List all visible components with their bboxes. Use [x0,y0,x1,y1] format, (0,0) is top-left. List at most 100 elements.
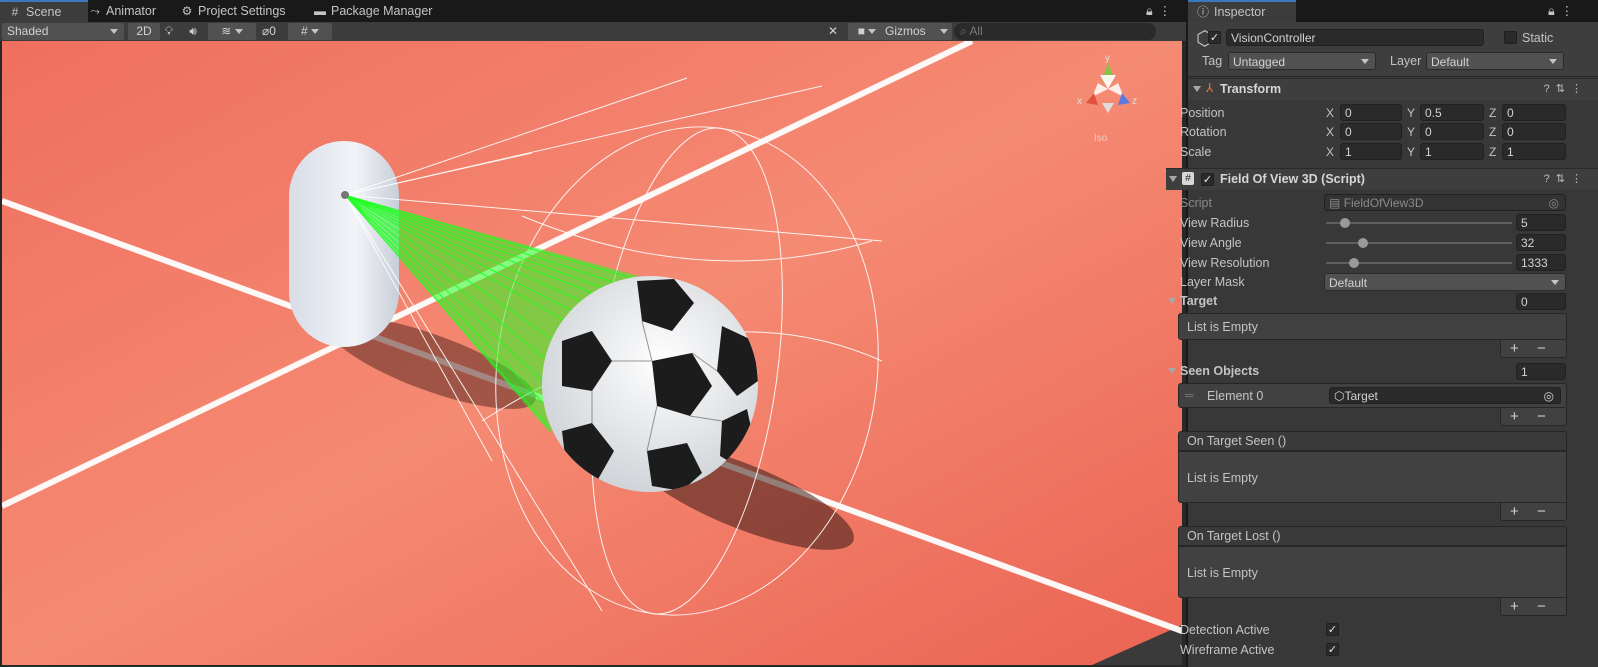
detection-active-checkbox[interactable]: ✓ [1326,623,1339,636]
script-field[interactable]: ▤ FieldOfView3D ◎ [1324,194,1566,211]
kebab-menu-icon[interactable]: ⋮ [1159,4,1178,18]
rotation-z-field[interactable]: 0 [1502,123,1566,140]
seen-objects-add-button[interactable]: + [1510,408,1519,425]
tab-animator[interactable]: ⤳ Animator [80,0,166,22]
view-radius-slider[interactable] [1326,222,1512,224]
seen-objects-count-value: 1 [1521,365,1528,379]
chevron-down-icon [1551,280,1559,285]
view-angle-field[interactable]: 32 [1516,234,1566,251]
scale-y-value: 1 [1425,145,1432,159]
target-foldout-icon[interactable] [1168,298,1176,304]
seen-objects-foldout-icon[interactable] [1168,368,1176,374]
gizmos-dropdown[interactable]: Gizmos [880,23,952,40]
drag-handle-icon[interactable]: ═ [1185,388,1194,402]
scene-search-input[interactable]: ⌕ All [954,23,1156,40]
tab-package-manager[interactable]: ▬ Package Manager [305,0,442,22]
shading-mode-value: Shaded [7,24,49,38]
element0-label: Element 0 [1207,389,1264,403]
script-value: FieldOfView3D [1343,196,1424,210]
view-resolution-field[interactable]: 1333 [1516,254,1566,271]
target-label: Target [1180,294,1218,308]
seen-objects-remove-button[interactable]: − [1537,408,1546,425]
foldout-arrow-icon[interactable] [1169,176,1177,182]
rotation-z-axis: Z [1489,125,1497,139]
position-z-field[interactable]: 0 [1502,104,1566,121]
rotation-y-field[interactable]: 0 [1420,123,1484,140]
search-icon: ⌕ [960,24,967,38]
rotation-z-value: 0 [1507,125,1514,139]
target-remove-button[interactable]: − [1537,340,1546,357]
layer-mask-label: Layer Mask [1180,275,1245,289]
target-count-field[interactable]: 0 [1516,293,1566,310]
hidden-objects-toggle[interactable]: ⌀0 [254,23,284,40]
rotation-y-value: 0 [1425,125,1432,139]
detection-active-label: Detection Active [1180,623,1270,637]
object-picker-icon[interactable]: ◎ [1544,388,1554,403]
wireframe-active-checkbox[interactable]: ✓ [1326,643,1339,656]
search-placeholder: All [969,24,983,38]
script-label: Script [1180,196,1212,210]
chevron-down-icon [311,29,320,35]
tab-package-manager-label: Package Manager [331,4,433,18]
object-picker-icon[interactable]: ◎ [1549,195,1559,210]
toggle-2d-button[interactable]: 2D [128,23,160,40]
shading-mode-dropdown[interactable]: Shaded [2,23,124,40]
tab-scene[interactable]: # Scene [0,0,88,22]
fov-title: Field Of View 3D (Script) [1220,172,1365,186]
view-resolution-slider-thumb[interactable] [1348,258,1359,268]
audio-toggle-icon[interactable]: 🔊︎ [184,23,202,40]
effects-dropdown[interactable]: ≋ [208,23,256,40]
kebab-menu-icon[interactable]: ⋮ [1571,173,1588,185]
on-target-seen-remove-button[interactable]: − [1537,503,1546,520]
scale-x-axis: X [1326,145,1335,159]
gizmo-y-label: y [1105,53,1110,64]
view-radius-field[interactable]: 5 [1516,214,1566,231]
element0-field[interactable]: ⬡Target ◎ [1329,387,1561,404]
scene-tab-bar: # Scene ⤳ Animator ⚙ Project Settings ▬ Pack… [0,0,1186,22]
component-header-icons[interactable]: ?⇅⋮ [1544,172,1588,185]
on-target-lost-add-button[interactable]: + [1510,598,1519,615]
view-angle-label: View Angle [1180,236,1242,250]
scene-toolbar: Shaded 2D 💡︎ 🔊︎ ≋ ⌀0 # ✕ ■ Gizmos ⌕ All [0,22,1186,42]
tools-icon[interactable]: ✕ [824,23,842,40]
gameobject-icon: ⬡ [1334,389,1345,403]
on-target-seen-add-button[interactable]: + [1510,503,1519,520]
on-target-lost-list: List is Empty [1178,546,1567,598]
position-x-axis: X [1326,106,1335,120]
layer-mask-dropdown[interactable]: Default [1324,273,1566,291]
scene-render[interactable]: y x z Iso [2,41,1182,665]
on-target-lost-remove-button[interactable]: − [1537,598,1546,615]
gizmo-x-label: x [1077,96,1082,107]
on-target-seen-label: On Target Seen () [1187,434,1287,448]
seen-objects-count-field[interactable]: 1 [1516,363,1566,380]
camera-icon: ■ [857,24,865,38]
lighting-toggle-icon[interactable]: 💡︎ [160,23,178,40]
target-add-button[interactable]: + [1510,340,1519,357]
hidden-count: 0 [269,24,276,38]
view-angle-slider[interactable] [1326,242,1512,244]
scene-viewport[interactable]: y x z Iso [2,41,1182,665]
scale-y-field[interactable]: 1 [1420,143,1484,160]
seen-objects-footer: + − [1500,408,1567,426]
fov-component-header[interactable]: # ✓ Field Of View 3D (Script) ?⇅⋮ [1166,168,1598,190]
target-list-footer: + − [1500,340,1567,358]
scale-x-field[interactable]: 1 [1340,143,1402,160]
panel-menu-buttons[interactable]: 🔒︎⋮ [1138,0,1187,22]
position-z-value: 0 [1507,106,1514,120]
on-target-lost-footer: + − [1500,598,1567,616]
tab-project-settings[interactable]: ⚙ Project Settings [172,0,296,22]
scale-z-field[interactable]: 1 [1502,143,1566,160]
position-x-field[interactable]: 0 [1340,104,1402,121]
rotation-x-field[interactable]: 0 [1340,123,1402,140]
view-radius-slider-thumb[interactable] [1339,218,1350,228]
position-y-field[interactable]: 0.5 [1420,104,1484,121]
grid-icon: # [300,24,308,38]
seen-objects-list: ═ Element 0 ⬡Target ◎ [1178,383,1567,408]
grid-snap-dropdown[interactable]: # [288,23,332,40]
seen-objects-label: Seen Objects [1180,364,1260,378]
lock-icon[interactable]: 🔒︎ [1146,4,1159,18]
layer-mask-value: Default [1329,276,1368,290]
preset-icon[interactable]: ⇅ [1556,173,1571,185]
fov-enabled-checkbox[interactable]: ✓ [1201,173,1214,186]
help-icon[interactable]: ? [1544,173,1556,185]
